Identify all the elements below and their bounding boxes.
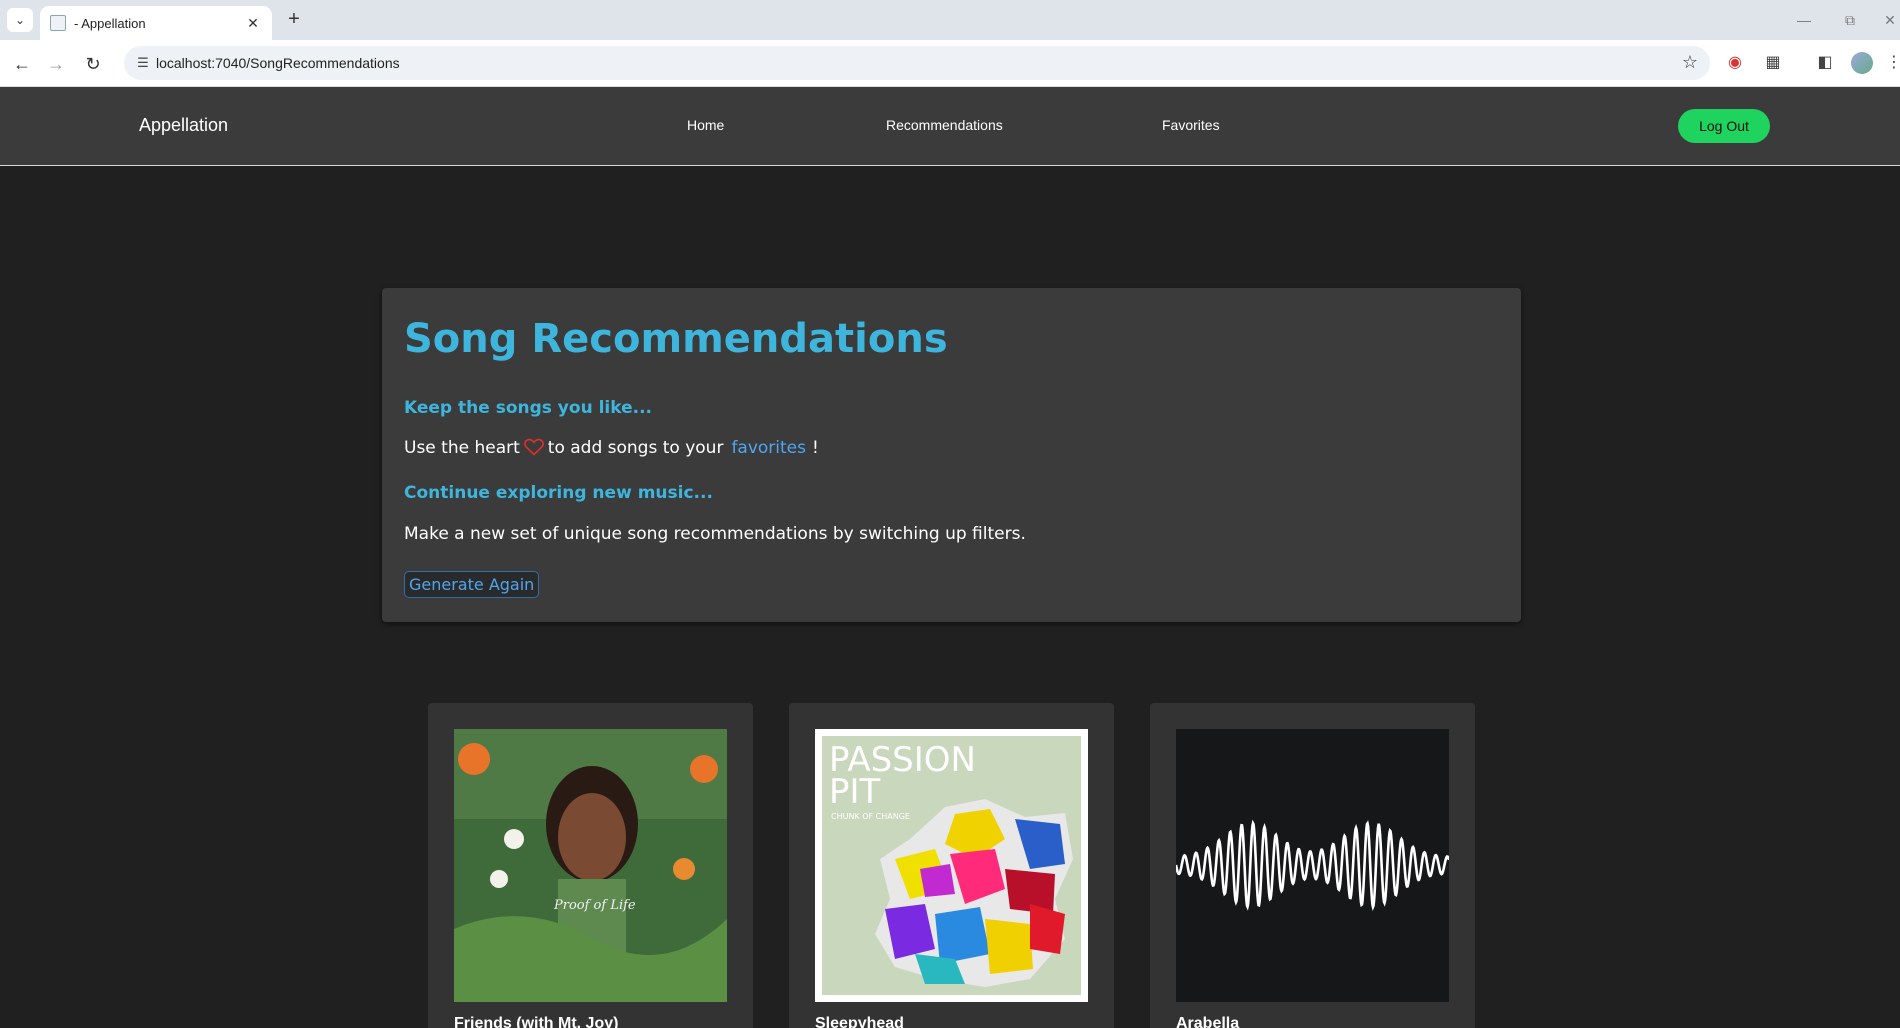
url-text[interactable]: localhost:7040/SongRecommendations xyxy=(156,55,400,71)
keep-songs-heading: Keep the songs you like... xyxy=(404,398,652,418)
window-close-icon[interactable]: ✕ xyxy=(1876,8,1900,32)
keep-text-before: Use the heart xyxy=(404,438,520,458)
bookmark-star-icon[interactable]: ☆ xyxy=(1682,52,1698,73)
album-art-text: PIT xyxy=(829,772,881,812)
song-title: Friends (with Mt. Joy) xyxy=(454,1015,619,1028)
restore-icon[interactable]: ⧉ xyxy=(1836,8,1864,32)
album-art-text: CHUNK OF CHANGE xyxy=(831,812,910,821)
song-title: Arabella xyxy=(1176,1015,1240,1028)
album-art-soundwave xyxy=(1176,729,1449,1002)
album-art-text: Proof of Life xyxy=(553,898,636,913)
song-card[interactable]: Proof of Life Friends (with Mt. Joy) xyxy=(428,703,753,1028)
song-title: Sleepyhead xyxy=(815,1015,904,1028)
extensions-puzzle-icon[interactable]: ▦ xyxy=(1762,52,1784,74)
new-tab-icon[interactable]: + xyxy=(282,8,306,32)
back-icon[interactable]: ← xyxy=(8,50,36,78)
generate-again-button[interactable]: Generate Again xyxy=(404,571,540,598)
keep-text-end: ! xyxy=(812,438,819,458)
browser-tabstrip: ⌄ - Appellation ✕ + — ⧉ ✕ xyxy=(0,0,1900,40)
song-card[interactable]: PASSION PIT CHUNK OF CHANGE Sleepyhead xyxy=(789,703,1114,1028)
address-bar[interactable]: ☰ localhost:7040/SongRecommendations ☆ xyxy=(124,46,1710,80)
tab-search-chevron-icon[interactable]: ⌄ xyxy=(7,8,33,32)
pocket-extension-icon[interactable]: ◉ xyxy=(1724,52,1746,74)
browser-toolbar: ← → ↻ ☰ localhost:7040/SongRecommendatio… xyxy=(0,40,1900,87)
browser-menu-icon[interactable]: ⋮ xyxy=(1886,52,1900,74)
profile-avatar[interactable] xyxy=(1851,52,1873,74)
album-art-proof-of-life: Proof of Life xyxy=(454,729,727,1002)
logout-button[interactable]: Log Out xyxy=(1678,109,1770,143)
forward-icon[interactable]: → xyxy=(42,50,70,78)
tab-close-icon[interactable]: ✕ xyxy=(244,15,262,32)
site-info-icon[interactable]: ☰ xyxy=(134,54,152,72)
nav-link-recommendations[interactable]: Recommendations xyxy=(886,117,1003,133)
browser-tab[interactable]: - Appellation ✕ xyxy=(40,6,272,40)
nav-link-home[interactable]: Home xyxy=(687,117,724,133)
page-title: Song Recommendations xyxy=(404,316,948,362)
favorites-link[interactable]: favorites xyxy=(731,438,806,458)
page-favicon-icon xyxy=(50,15,66,31)
explore-heading: Continue exploring new music... xyxy=(404,483,713,503)
keep-songs-text: Use the heart to add songs to your favorit… xyxy=(404,438,819,461)
minimize-icon[interactable]: — xyxy=(1790,8,1818,32)
nav-link-favorites[interactable]: Favorites xyxy=(1162,117,1220,133)
heart-icon xyxy=(523,438,544,461)
side-panel-icon[interactable]: ◧ xyxy=(1814,52,1836,74)
brand-logo[interactable]: Appellation xyxy=(139,115,228,136)
keep-text-middle: to add songs to your xyxy=(547,438,724,458)
recommendations-intro-card: Song Recommendations Keep the songs you … xyxy=(382,288,1521,622)
tab-title: - Appellation xyxy=(74,15,146,31)
song-card[interactable]: Arabella xyxy=(1150,703,1475,1028)
app-navbar: Appellation Home Recommendations Favorit… xyxy=(0,87,1900,166)
album-art-passion-pit: PASSION PIT CHUNK OF CHANGE xyxy=(815,729,1088,1002)
explore-text: Make a new set of unique song recommenda… xyxy=(404,524,1026,544)
reload-icon[interactable]: ↻ xyxy=(79,50,107,78)
